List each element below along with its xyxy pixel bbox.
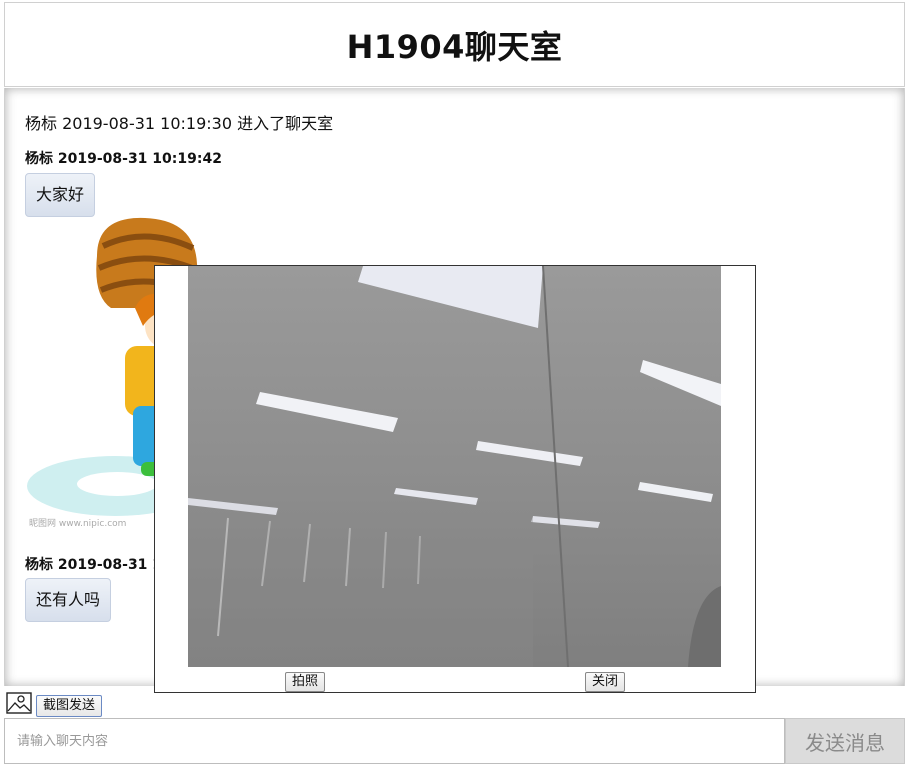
chat-header: H1904聊天室: [4, 2, 905, 87]
message-bubble: 还有人吗: [25, 578, 112, 622]
message-bubble: 大家好: [25, 173, 96, 217]
composer: 发送消息: [4, 718, 905, 764]
camera-dialog: 拍照 关闭: [154, 265, 756, 693]
composer-toolbar: 截图发送: [4, 690, 404, 718]
svg-text:昵图网 www.nipic.com: 昵图网 www.nipic.com: [29, 518, 126, 529]
send-button[interactable]: 发送消息: [785, 718, 905, 764]
message-input[interactable]: [4, 718, 785, 764]
screenshot-send-button[interactable]: 截图发送: [36, 695, 103, 717]
image-icon[interactable]: [6, 692, 32, 714]
capture-button[interactable]: 拍照: [285, 672, 326, 692]
camera-video-feed[interactable]: [188, 266, 721, 667]
message-meta: 杨标 2019-08-31 10:19:42: [25, 151, 222, 167]
page-title: H1904聊天室: [346, 27, 563, 66]
system-join-message: 杨标 2019-08-31 10:19:30 进入了聊天室: [25, 114, 334, 133]
close-camera-button[interactable]: 关闭: [585, 672, 626, 692]
